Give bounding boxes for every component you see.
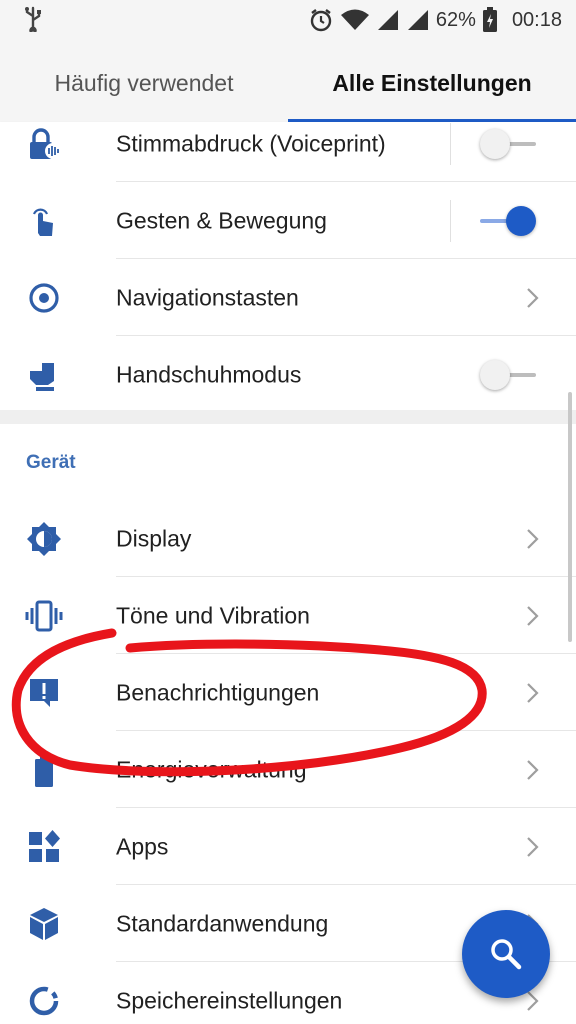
setting-label: Benachrichtigungen [116, 679, 320, 705]
setting-energieverwaltung[interactable]: Energieverwaltung [0, 731, 576, 808]
chevron-right-icon [527, 990, 539, 1011]
setting-label: Display [116, 525, 192, 551]
group-divider [0, 410, 576, 424]
setting-label: Handschuhmodus [116, 361, 302, 387]
navigation-circle-icon [24, 278, 64, 318]
setting-apps[interactable]: Apps [0, 808, 576, 885]
battery-charging-icon [482, 7, 498, 33]
setting-label: Stimmabdruck (Voiceprint) [116, 130, 386, 156]
glove-icon [24, 355, 64, 395]
gesten-toggle[interactable] [480, 205, 536, 236]
usb-icon [22, 6, 44, 37]
setting-handschuhmodus[interactable]: Handschuhmodus [0, 336, 576, 410]
chevron-right-icon [527, 836, 539, 857]
alarm-icon [308, 7, 334, 33]
voiceprint-toggle[interactable] [480, 128, 536, 159]
gesture-hand-icon [24, 201, 64, 241]
setting-gesten-bewegung[interactable]: Gesten & Bewegung [0, 182, 576, 259]
status-bar: 62% 00:18 [0, 0, 576, 44]
setting-label: Standardanwendung [116, 910, 329, 936]
chevron-right-icon [527, 682, 539, 703]
setting-toene-vibration[interactable]: Töne und Vibration [0, 577, 576, 654]
chevron-right-icon [527, 605, 539, 626]
battery-percent: 62% [435, 8, 476, 31]
search-fab-button[interactable] [462, 910, 550, 998]
clock-time: 00:18 [511, 8, 562, 31]
setting-label: Töne und Vibration [116, 602, 310, 628]
chevron-right-icon [527, 287, 539, 308]
setting-label: Apps [116, 833, 169, 859]
setting-benachrichtigungen[interactable]: Benachrichtigungen [0, 654, 576, 731]
signal-icon [376, 8, 400, 32]
setting-label: Gesten & Bewegung [116, 207, 327, 233]
handschuh-toggle[interactable] [480, 359, 536, 390]
apps-grid-icon [24, 827, 64, 867]
display-brightness-icon [24, 519, 64, 559]
setting-label: Navigationstasten [116, 284, 299, 310]
scrollbar[interactable] [568, 392, 572, 642]
voiceprint-lock-icon [24, 124, 64, 164]
setting-label: Speichereinstellungen [116, 987, 343, 1013]
tab-haeufig-verwendet[interactable]: Häufig verwendet [0, 44, 288, 122]
divider [450, 123, 451, 165]
setting-display[interactable]: Display [0, 500, 576, 577]
notification-alert-icon [24, 673, 64, 713]
tab-alle-einstellungen[interactable]: Alle Einstellungen [288, 44, 576, 122]
divider [450, 200, 451, 242]
setting-voiceprint[interactable]: Stimmabdruck (Voiceprint) [0, 122, 576, 182]
tab-bar: Häufig verwendet Alle Einstellungen [0, 44, 576, 122]
battery-icon [24, 750, 64, 790]
signal-icon [406, 8, 430, 32]
settings-group-top: Stimmabdruck (Voiceprint) Gesten & Beweg… [0, 122, 576, 410]
storage-ring-icon [24, 981, 64, 1021]
setting-label: Energieverwaltung [116, 756, 307, 782]
search-icon [491, 939, 522, 970]
section-header-geraet: Gerät [26, 452, 76, 473]
vibration-icon [24, 596, 64, 636]
chevron-right-icon [527, 759, 539, 780]
wifi-icon [340, 8, 370, 32]
chevron-right-icon [527, 528, 539, 549]
cube-icon [24, 904, 64, 944]
setting-navigationstasten[interactable]: Navigationstasten [0, 259, 576, 336]
